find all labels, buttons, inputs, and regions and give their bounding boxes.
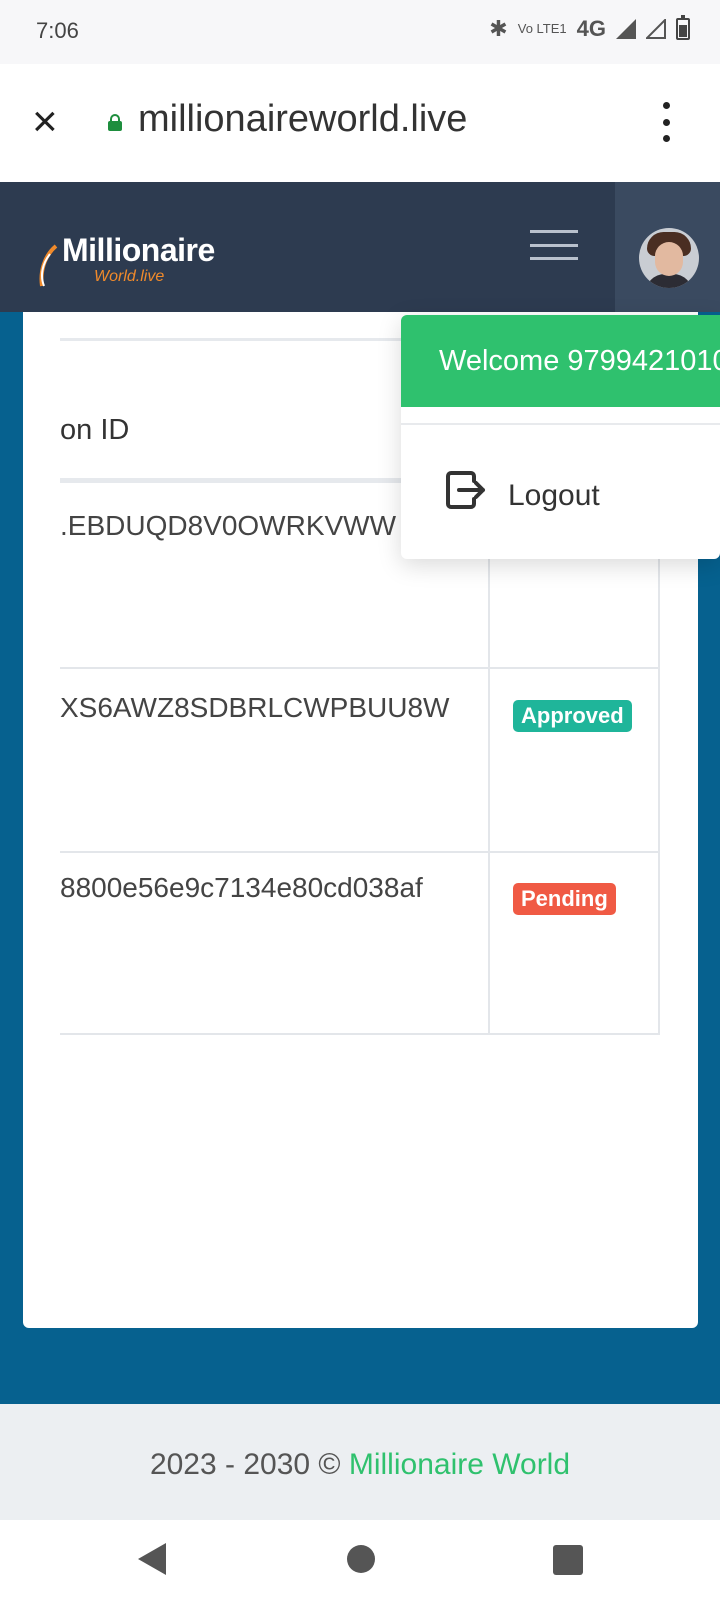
user-menu-toggle[interactable] (615, 182, 720, 312)
site-header: Millionaire World.live (0, 182, 720, 312)
table-row-divider (60, 851, 660, 853)
column-header-transaction-id: on ID (60, 414, 130, 446)
welcome-message: Welcome 9799421010 (401, 315, 720, 407)
browser-toolbar: × millionaireworld.live (0, 64, 720, 182)
status-badge: Approved (513, 700, 632, 732)
back-icon[interactable] (138, 1543, 166, 1575)
status-icons: ✱ Vo LTE1 4G (489, 15, 690, 42)
status-badge: Pending (513, 883, 616, 915)
user-dropdown-menu: Welcome 9799421010 Logout (401, 315, 720, 559)
logout-menu-item[interactable]: Logout (401, 443, 720, 543)
table-row-divider (60, 667, 660, 669)
battery-icon (676, 15, 690, 40)
dropdown-divider (401, 423, 720, 425)
table-right-border (658, 483, 660, 1035)
status-time: 7:06 (36, 18, 79, 43)
signal-icon (616, 19, 636, 39)
logo-sub-text: World.live (94, 268, 165, 285)
avatar[interactable] (639, 228, 699, 288)
table-row-divider (60, 1033, 660, 1035)
site-footer: 2023 - 2030 © Millionaire World (0, 1404, 720, 1520)
table-column-divider (488, 483, 490, 1035)
logout-icon (446, 471, 485, 509)
status-bar: 7:06 ✱ Vo LTE1 4G (0, 0, 720, 64)
table-cell-id: .EBDUQD8V0OWRKVWW (60, 510, 397, 541)
table-body: .EBDUQD8V0OWRKVWW XS6AWZ8SDBRLCWPBUU8W 8… (60, 483, 490, 1038)
footer-link[interactable]: Millionaire World (349, 1448, 570, 1481)
bluetooth-vibrate-icon: ✱ (489, 16, 508, 41)
site-logo[interactable]: Millionaire World.live (38, 232, 215, 287)
url-text[interactable]: millionaireworld.live (138, 98, 467, 141)
footer-copyright: 2023 - 2030 © Millionaire World (0, 1448, 720, 1482)
table-cell-id: 8800e56e9c7134e80cd038af (60, 872, 423, 903)
network-type: 4G (576, 16, 606, 41)
signal-outline-icon (646, 19, 666, 39)
footer-years: 2023 - 2030 © (149, 1448, 341, 1481)
logo-main-text: Millionaire (62, 232, 215, 268)
recent-apps-icon[interactable] (553, 1545, 583, 1575)
volte-icon: Vo LTE1 (517, 21, 567, 36)
system-navigation-bar (0, 1520, 720, 1600)
logout-label: Logout (508, 479, 600, 512)
lock-icon[interactable] (108, 114, 122, 132)
table-cell-id: XS6AWZ8SDBRLCWPBUU8W (60, 692, 450, 723)
close-icon[interactable]: × (32, 100, 72, 144)
hamburger-menu-icon[interactable] (530, 230, 578, 260)
overflow-menu-icon[interactable] (658, 102, 674, 142)
home-icon[interactable] (347, 1545, 375, 1573)
